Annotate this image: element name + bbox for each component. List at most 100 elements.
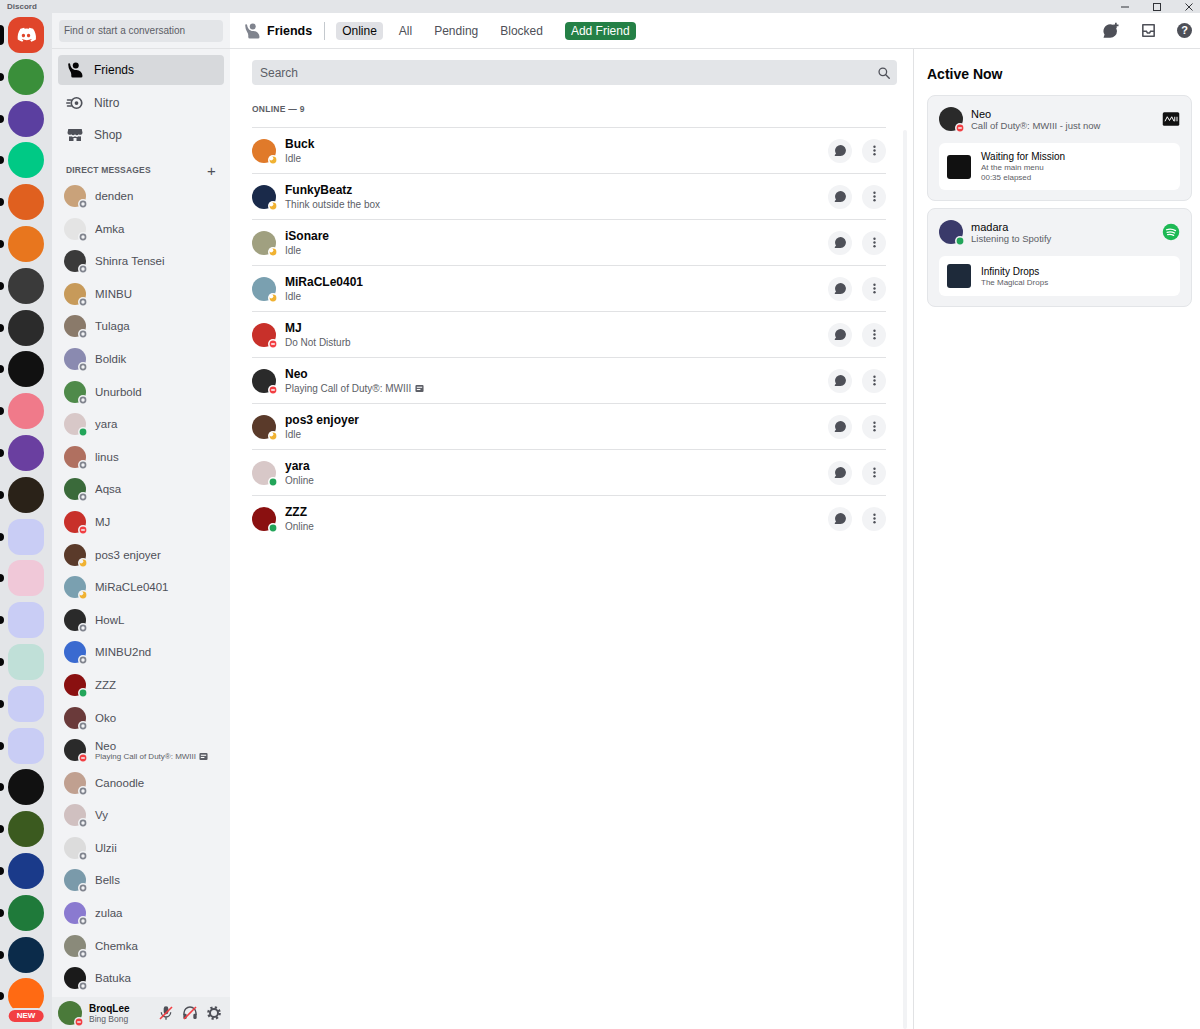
- server-item[interactable]: [0, 226, 52, 262]
- server-item[interactable]: [0, 519, 52, 555]
- dm-item[interactable]: Oko: [58, 703, 224, 733]
- server-icon[interactable]: [8, 477, 44, 513]
- server-item[interactable]: [0, 477, 52, 513]
- more-button[interactable]: [862, 231, 886, 255]
- dm-item[interactable]: Amka: [58, 214, 224, 244]
- avatar[interactable]: [252, 185, 276, 209]
- avatar[interactable]: [64, 935, 86, 957]
- friend-row[interactable]: ZZZ Online: [252, 495, 886, 541]
- avatar[interactable]: [64, 609, 86, 631]
- friend-row[interactable]: MJ Do Not Disturb: [252, 311, 886, 357]
- message-button[interactable]: [828, 369, 852, 393]
- more-button[interactable]: [862, 323, 886, 347]
- server-item[interactable]: [0, 268, 52, 304]
- avatar[interactable]: [252, 139, 276, 163]
- dm-item[interactable]: Neo Playing Call of Duty®: MWIII: [58, 735, 224, 765]
- friend-row[interactable]: Buck Idle: [252, 127, 886, 173]
- friend-row[interactable]: MiRaCLe0401 Idle: [252, 265, 886, 311]
- nav-item[interactable]: Nitro: [58, 88, 224, 118]
- tab[interactable]: Blocked: [494, 22, 549, 40]
- server-icon[interactable]: [8, 769, 44, 805]
- friend-row[interactable]: iSonare Idle: [252, 219, 886, 265]
- message-button[interactable]: [828, 461, 852, 485]
- avatar[interactable]: [58, 1001, 82, 1025]
- server-icon[interactable]: [8, 351, 44, 387]
- server-folder[interactable]: [8, 602, 44, 638]
- server-item[interactable]: [0, 435, 52, 471]
- avatar[interactable]: [64, 250, 86, 272]
- dm-item[interactable]: Shinra Tensei: [58, 246, 224, 276]
- message-button[interactable]: [828, 507, 852, 531]
- avatar[interactable]: [64, 446, 86, 468]
- server-item[interactable]: [0, 644, 52, 680]
- dm-item[interactable]: linus: [58, 442, 224, 472]
- server-item[interactable]: [0, 602, 52, 638]
- server-icon[interactable]: [8, 268, 44, 304]
- friend-row[interactable]: yara Online: [252, 449, 886, 495]
- dm-item[interactable]: pos3 enjoyer: [58, 540, 224, 570]
- avatar[interactable]: [252, 277, 276, 301]
- avatar[interactable]: [64, 283, 86, 305]
- activity-card[interactable]: Neo Call of Duty®: MWIII - just now Wait…: [927, 95, 1192, 201]
- dm-item[interactable]: Ulzii: [58, 833, 224, 863]
- server-item[interactable]: [0, 937, 52, 973]
- server-item[interactable]: [0, 310, 52, 346]
- activity-card[interactable]: madara Listening to Spotify Infinity Dro…: [927, 208, 1192, 307]
- avatar[interactable]: [64, 348, 86, 370]
- avatar[interactable]: [64, 641, 86, 663]
- avatar[interactable]: [64, 707, 86, 729]
- dm-item[interactable]: denden: [58, 181, 224, 211]
- avatar[interactable]: [252, 415, 276, 439]
- more-button[interactable]: [862, 415, 886, 439]
- home-button[interactable]: [0, 17, 52, 53]
- server-icon[interactable]: [8, 853, 44, 889]
- message-button[interactable]: [828, 231, 852, 255]
- dm-item[interactable]: HowL: [58, 605, 224, 635]
- minimize-icon[interactable]: [1120, 2, 1130, 12]
- server-icon[interactable]: [8, 811, 44, 847]
- user-info[interactable]: BroqLee Bing Bong: [89, 1003, 151, 1024]
- dm-item[interactable]: ZZZ: [58, 670, 224, 700]
- home-icon[interactable]: [8, 17, 44, 53]
- avatar[interactable]: [64, 739, 86, 761]
- help-button[interactable]: ?: [1177, 23, 1192, 38]
- avatar[interactable]: [64, 315, 86, 337]
- more-button[interactable]: [862, 507, 886, 531]
- tab[interactable]: Online: [336, 22, 383, 40]
- conversation-search[interactable]: Find or start a conversation: [59, 20, 223, 42]
- tab[interactable]: Pending: [428, 22, 484, 40]
- server-icon[interactable]: [8, 895, 44, 931]
- dm-item[interactable]: MiRaCLe0401: [58, 572, 224, 602]
- maximize-icon[interactable]: [1152, 2, 1162, 12]
- server-folder[interactable]: [8, 644, 44, 680]
- avatar[interactable]: [252, 461, 276, 485]
- dm-item[interactable]: Tulaga: [58, 311, 224, 341]
- dm-item[interactable]: Canoodle: [58, 768, 224, 798]
- more-button[interactable]: [862, 369, 886, 393]
- avatar[interactable]: [64, 478, 86, 500]
- tab[interactable]: All: [393, 22, 418, 40]
- server-item[interactable]: [0, 811, 52, 847]
- avatar[interactable]: [64, 185, 86, 207]
- server-item[interactable]: [0, 728, 52, 764]
- add-friend-button[interactable]: Add Friend: [565, 22, 636, 40]
- server-icon[interactable]: [8, 435, 44, 471]
- dm-item[interactable]: Unurbold: [58, 377, 224, 407]
- avatar[interactable]: [64, 381, 86, 403]
- server-icon[interactable]: [8, 310, 44, 346]
- dm-item[interactable]: Boldik: [58, 344, 224, 374]
- server-icon[interactable]: [8, 184, 44, 220]
- dm-item[interactable]: Aqsa: [58, 474, 224, 504]
- avatar[interactable]: [252, 323, 276, 347]
- server-item[interactable]: [0, 351, 52, 387]
- nav-item[interactable]: Friends: [58, 55, 224, 85]
- server-icon[interactable]: [8, 226, 44, 262]
- server-folder[interactable]: [8, 686, 44, 722]
- server-folder[interactable]: [8, 519, 44, 555]
- server-item[interactable]: [0, 184, 52, 220]
- nav-item[interactable]: Shop: [58, 120, 224, 150]
- server-item[interactable]: [0, 769, 52, 805]
- avatar[interactable]: [252, 507, 276, 531]
- server-item[interactable]: [0, 101, 52, 137]
- avatar[interactable]: [64, 218, 86, 240]
